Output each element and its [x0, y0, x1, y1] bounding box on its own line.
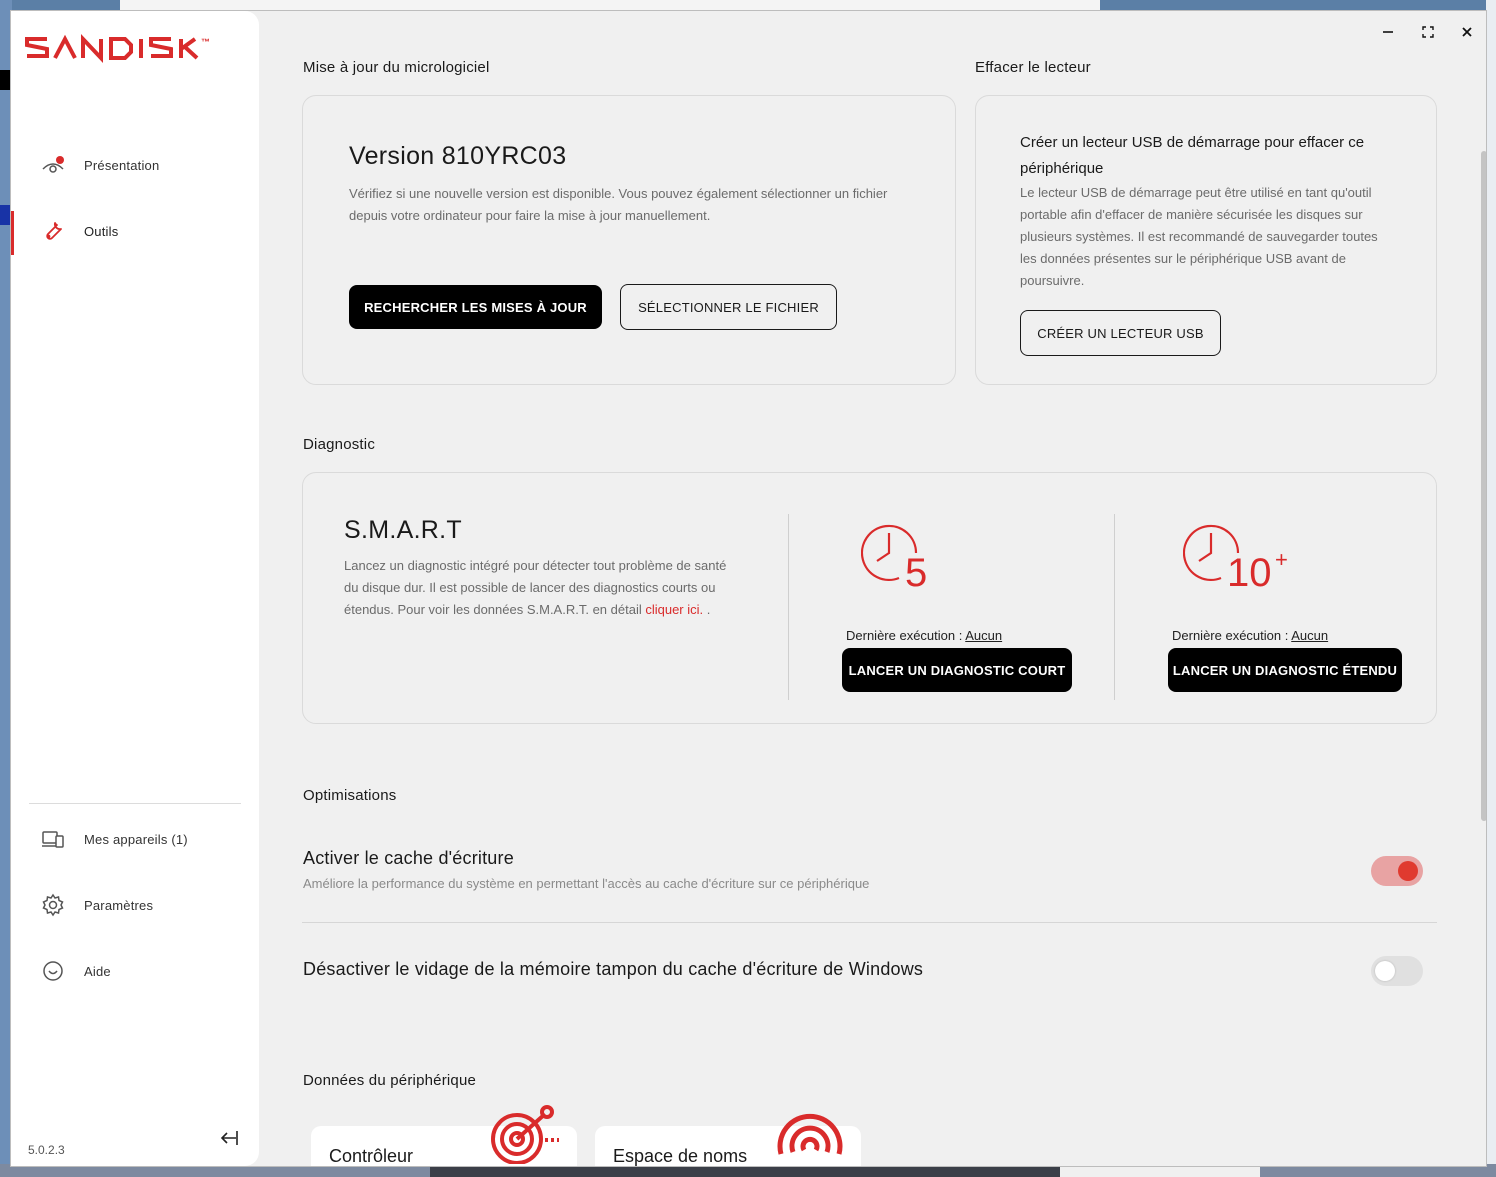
main-content: Mise à jour du micrologiciel Version 810… — [259, 11, 1486, 1166]
short-diagnostic-clock-icon: 5 — [860, 523, 941, 597]
sidebar-item-parametres[interactable]: Paramètres — [11, 885, 259, 925]
controller-card-label: Contrôleur — [329, 1146, 414, 1166]
firmware-version: Version 810YRC03 — [349, 142, 567, 170]
sidebar-item-outils[interactable]: Outils — [11, 211, 259, 251]
app-window: ™ Présentation Outils Mes appareils (1) … — [10, 10, 1487, 1167]
smart-description-suffix: . — [703, 602, 711, 617]
svg-text:™: ™ — [201, 37, 210, 47]
diagnostic-section-title: Diagnostic — [303, 436, 376, 453]
toggle-knob — [1398, 861, 1418, 881]
short-diagnostic-number: 5 — [905, 551, 928, 595]
flush-title: Désactiver le vidage de la mémoire tampo… — [303, 959, 924, 979]
smart-title: S.M.A.R.T — [344, 516, 462, 544]
sandisk-logo: ™ — [25, 33, 245, 68]
sidebar-item-presentation[interactable]: Présentation — [11, 145, 259, 185]
namespace-card-label: Espace de noms — [613, 1146, 748, 1166]
erase-title: Créer un lecteur USB de démarrage pour e… — [1020, 134, 1365, 177]
radar-target-icon — [489, 1104, 563, 1166]
flush-toggle[interactable] — [1371, 956, 1423, 986]
check-updates-button[interactable]: RECHERCHER LES MISES À JOUR — [349, 285, 602, 329]
extended-diagnostic-number: 10 — [1227, 551, 1272, 595]
app-version: 5.0.2.3 — [28, 1143, 65, 1157]
devices-icon — [41, 827, 65, 851]
optimisations-section-title: Optimisations — [303, 787, 397, 804]
firmware-card: Version 810YRC03 Vérifiez si une nouvell… — [302, 95, 956, 385]
short-last-run: Dernière exécution : Aucun — [846, 628, 1002, 643]
gear-icon — [41, 893, 65, 917]
extended-last-run-value[interactable]: Aucun — [1291, 628, 1328, 643]
short-last-run-value[interactable]: Aucun — [965, 628, 1002, 643]
short-diagnostic-button[interactable]: LANCER UN DIAGNOSTIC COURT — [842, 648, 1072, 692]
diagnostic-divider — [1114, 514, 1115, 700]
extended-last-run-label: Dernière exécution : — [1172, 628, 1292, 643]
write-cache-title: Activer le cache d'écriture — [303, 848, 514, 868]
toggle-knob — [1375, 961, 1395, 981]
write-cache-description: Améliore la performance du système en pe… — [303, 876, 870, 891]
erase-card: Créer un lecteur USB de démarrage pour e… — [975, 95, 1437, 385]
write-cache-toggle[interactable] — [1371, 856, 1423, 886]
extended-diagnostic-clock-icon: 10 + — [1182, 523, 1303, 597]
eye-with-dot-icon — [41, 153, 65, 177]
sidebar-item-label: Présentation — [84, 157, 160, 173]
smart-details-link[interactable]: cliquer ici. — [645, 602, 703, 617]
optimisations-divider — [302, 922, 1437, 923]
desktop-background-right — [1486, 0, 1496, 1177]
extended-diagnostic-button[interactable]: LANCER UN DIAGNOSTIC ÉTENDU — [1168, 648, 1402, 692]
scrollbar[interactable] — [1481, 151, 1486, 821]
diagnostic-card: S.M.A.R.T Lancez un diagnostic intégré p… — [302, 472, 1437, 724]
sidebar-divider — [29, 803, 241, 804]
erase-section-title: Effacer le lecteur — [975, 59, 1091, 76]
erase-description: Le lecteur USB de démarrage peut être ut… — [1020, 185, 1378, 288]
firmware-section-title: Mise à jour du micrologiciel — [303, 59, 490, 76]
firmware-description: Vérifiez si une nouvelle version est dis… — [349, 186, 888, 223]
diagnostic-divider — [788, 514, 789, 700]
extended-diagnostic-plus: + — [1275, 547, 1288, 572]
wrench-icon — [41, 219, 65, 243]
namespace-card[interactable]: Espace de noms — [595, 1113, 861, 1166]
short-last-run-label: Dernière exécution : — [846, 628, 966, 643]
sidebar-item-label: Mes appareils (1) — [84, 831, 188, 847]
sidebar-item-label: Aide — [84, 963, 111, 979]
sidebar-item-aide[interactable]: Aide — [11, 951, 259, 991]
device-data-section-title: Données du périphérique — [303, 1072, 477, 1089]
sidebar: ™ Présentation Outils Mes appareils (1) … — [11, 11, 259, 1166]
sidebar-item-label: Outils — [84, 223, 119, 239]
controller-card[interactable]: Contrôleur — [311, 1105, 577, 1166]
signal-waves-icon — [773, 1104, 847, 1166]
help-icon — [41, 959, 65, 983]
extended-last-run: Dernière exécution : Aucun — [1172, 628, 1328, 643]
create-usb-button[interactable]: CRÉER UN LECTEUR USB — [1020, 310, 1221, 356]
smart-description: Lancez un diagnostic intégré pour détect… — [344, 555, 734, 621]
sidebar-item-label: Paramètres — [84, 897, 154, 913]
select-file-button[interactable]: SÉLECTIONNER LE FICHIER — [620, 284, 837, 330]
collapse-sidebar-icon[interactable] — [217, 1126, 241, 1150]
sidebar-item-mes-appareils[interactable]: Mes appareils (1) — [11, 819, 259, 859]
